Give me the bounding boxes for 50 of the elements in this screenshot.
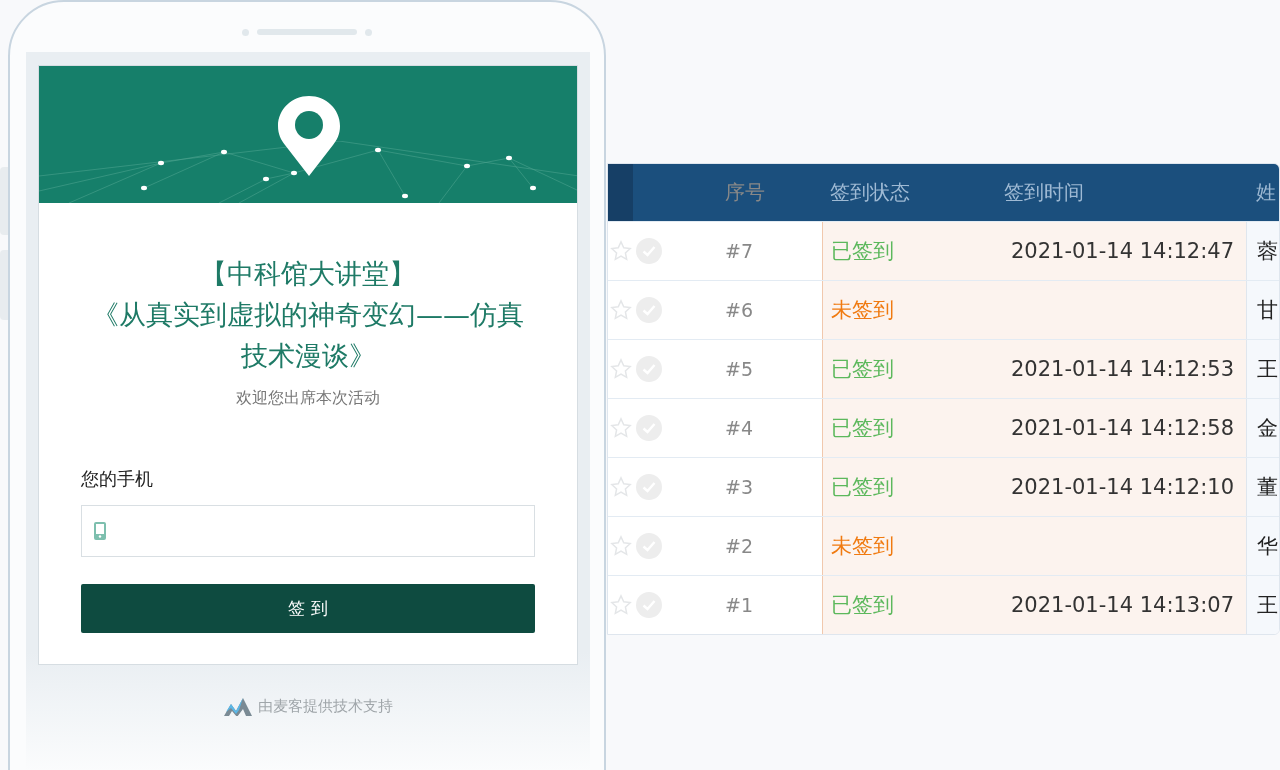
row-number: #5	[725, 358, 753, 380]
event-subtitle: 欢迎您出席本次活动	[235, 388, 381, 409]
row-number: #4	[725, 417, 753, 439]
event-title: 《从真实到虚拟的神奇变幻——仿真技术漫谈》	[91, 298, 525, 373]
status-cell: 未签到	[822, 517, 1002, 575]
time-cell: 2021-01-14 14:12:58	[1002, 399, 1246, 457]
row-number: #7	[725, 240, 753, 262]
sensor-dot	[365, 28, 372, 36]
series-title: 【中科馆大讲堂】	[199, 257, 417, 291]
name-cell: 甘	[1246, 281, 1279, 339]
star-icon[interactable]	[610, 299, 632, 321]
name-cell: 金	[1246, 399, 1279, 457]
column-header[interactable]: 签到状态	[830, 179, 910, 206]
name-cell: 王	[1246, 340, 1279, 398]
select-all-header[interactable]	[608, 164, 633, 221]
status-cell: 已签到	[822, 576, 1002, 634]
phone-input-field[interactable]	[81, 505, 535, 557]
field-label: 您的手机	[81, 467, 154, 491]
star-icon[interactable]	[610, 594, 632, 616]
star-icon[interactable]	[610, 417, 632, 439]
star-icon[interactable]	[610, 476, 632, 498]
row-number: #3	[725, 476, 753, 498]
sensor-dot	[242, 28, 249, 36]
name-cell: 华	[1246, 517, 1279, 575]
mobile-phone-icon	[94, 522, 106, 540]
sign-in-button[interactable]: 签 到	[81, 584, 535, 633]
name-cell: 董	[1246, 458, 1279, 516]
row-number: #1	[725, 594, 753, 616]
status-cell: 已签到	[822, 399, 1002, 457]
status-cell: 已签到	[822, 222, 1002, 280]
time-cell: 2021-01-14 14:13:07	[1002, 576, 1246, 634]
logo-icon	[223, 697, 252, 716]
column-header[interactable]: 序号	[725, 179, 765, 206]
star-icon[interactable]	[610, 358, 632, 380]
footer-text: 由麦客提供技术支持	[257, 697, 393, 716]
column-header[interactable]: 姓	[1256, 179, 1276, 206]
status-cell: 已签到	[822, 340, 1002, 398]
row-number: #2	[725, 535, 753, 557]
time-cell: 2021-01-14 14:12:47	[1002, 222, 1246, 280]
status-cell: 未签到	[822, 281, 1002, 339]
time-cell: 2021-01-14 14:12:53	[1002, 340, 1246, 398]
row-number: #6	[725, 299, 753, 321]
star-icon[interactable]	[610, 535, 632, 557]
name-cell: 蓉	[1246, 222, 1279, 280]
column-header[interactable]: 签到时间	[1004, 179, 1084, 206]
name-cell: 王	[1246, 576, 1279, 634]
location-pin-icon	[278, 96, 340, 176]
time-cell: 2021-01-14 14:12:10	[1002, 458, 1246, 516]
star-icon[interactable]	[610, 240, 632, 262]
status-cell: 已签到	[822, 458, 1002, 516]
